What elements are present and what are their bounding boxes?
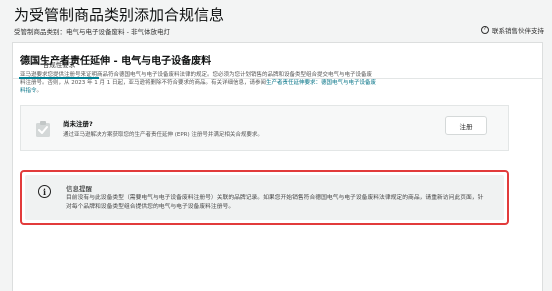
category-value: 电气与电子设备废料 - 非气体放电灯	[66, 28, 170, 36]
info-alert: i 信息提醒 目前没有与此设备类型（需要电气与电子设备废料注册号）关联的品牌记录…	[20, 170, 509, 225]
support-link-label: 联系销售伙伴支持	[492, 27, 544, 35]
section-content: 德国生产者责任延伸 - 电气与电子设备废料 亚马逊要求您提供注册号来证明商品符合…	[20, 52, 508, 95]
category-label: 受管制商品类别：	[14, 28, 66, 36]
register-button[interactable]: 注册	[445, 116, 487, 135]
description-end: 。	[36, 88, 43, 94]
registration-title: 尚未注册?	[63, 120, 93, 128]
registration-subtitle: 通过亚马逊解决方案获取您的生产者责任延伸 (EPR) 注册号并满足相关合规要求。	[63, 132, 263, 138]
clipboard-check-icon	[36, 121, 50, 137]
question-circle-icon: ?	[481, 26, 489, 34]
support-link[interactable]: ? 联系销售伙伴支持	[481, 25, 544, 35]
section-title: 德国生产者责任延伸 - 电气与电子设备废料	[20, 56, 212, 67]
page-title: 为受管制商品类别添加合规信息	[14, 6, 225, 24]
alert-text: 目前没有与此设备类型（需要电气与电子设备废料注册号）关联的品牌记录。如果您开始销…	[66, 195, 484, 210]
info-circle-icon: i	[38, 185, 51, 198]
alert-title: 信息提醒	[66, 185, 92, 193]
info-alert-body: i 信息提醒 目前没有与此设备类型（需要电气与电子设备废料注册号）关联的品牌记录…	[25, 175, 504, 220]
section-description: 亚马逊要求您提供注册号来证明商品符合德国电气与电子设备废料法律的规定。您必须为您…	[20, 71, 377, 95]
registration-box: 尚未注册? 通过亚马逊解决方案获取您的生产者责任延伸 (EPR) 注册号并满足相…	[20, 105, 509, 151]
product-category-line: 受管制商品类别：电气与电子设备废料 - 非气体放电灯	[14, 26, 170, 36]
